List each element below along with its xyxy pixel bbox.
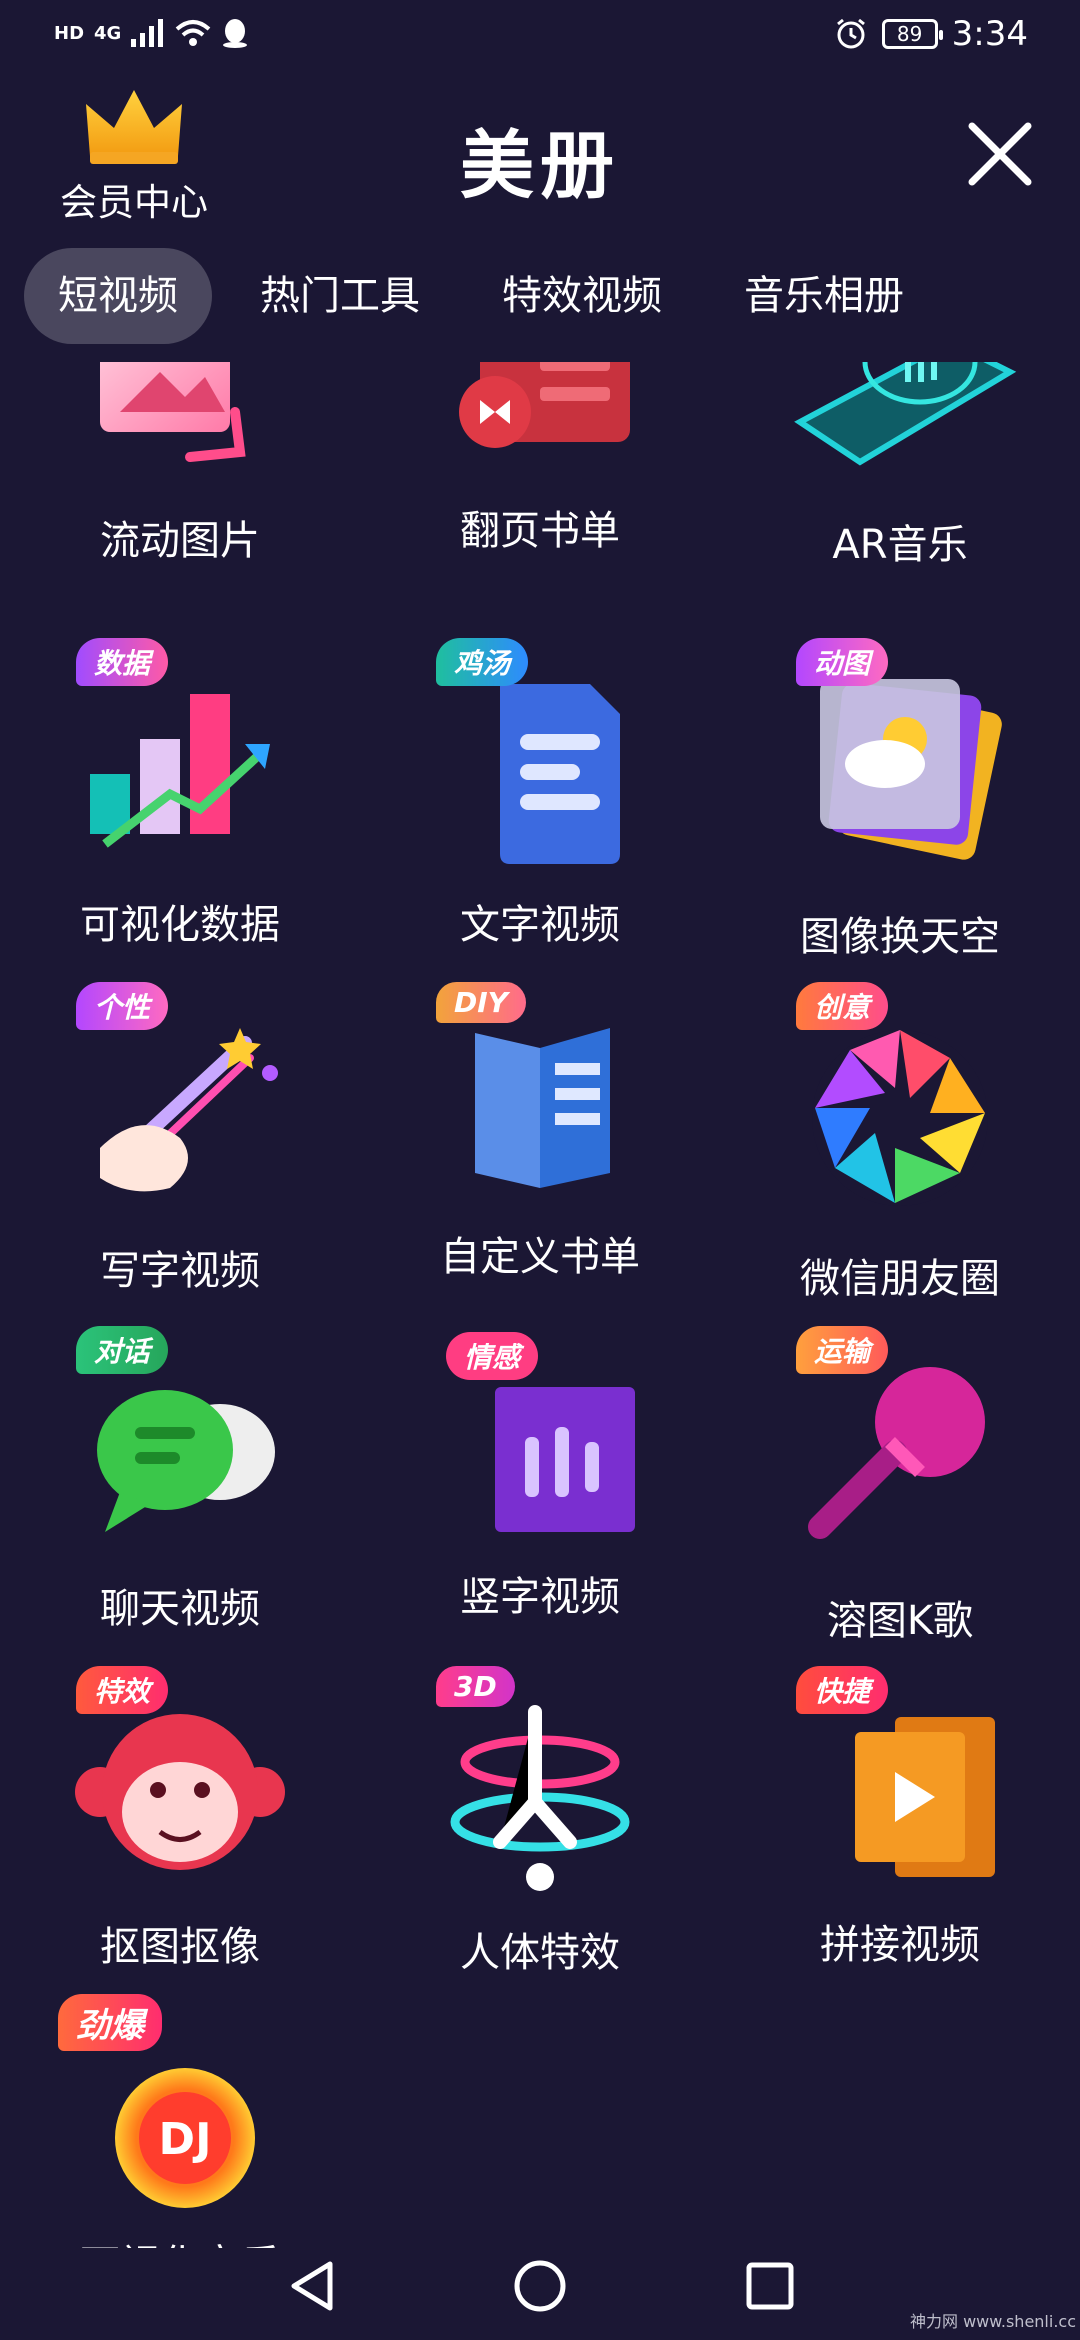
tool-label: 抠图抠像 xyxy=(100,1924,260,1970)
alarm-icon xyxy=(836,18,865,49)
badge: 3D xyxy=(436,1666,515,1707)
svg-text:DJ: DJ xyxy=(159,2114,212,2165)
tool-label: 图像换天空 xyxy=(800,914,1000,960)
app-title: 美册 xyxy=(460,123,620,209)
tool-video-splice[interactable]: 快捷 拼接视频 xyxy=(720,1666,1080,2012)
close-icon[interactable] xyxy=(962,116,1038,192)
network-type: 4G xyxy=(94,22,122,44)
clock: 3:34 xyxy=(951,14,1028,54)
tool-vertical-text[interactable]: 情感 竖字视频 xyxy=(360,1332,720,1672)
hd-indicator: HD xyxy=(54,22,85,44)
tool-body-effect[interactable]: 3D 人体特效 xyxy=(360,1666,720,2012)
tool-flowing-image[interactable]: 流动图片 xyxy=(0,362,360,602)
crown-icon xyxy=(86,90,182,164)
badge: 创意 xyxy=(796,982,889,1030)
tool-label: AR音乐 xyxy=(832,522,968,568)
tool-label: 文字视频 xyxy=(460,902,620,948)
tool-sky-replace[interactable]: 动图 图像换天空 xyxy=(720,638,1080,984)
tool-visual-data[interactable]: 数据 可视化数据 xyxy=(0,638,360,984)
badge: DIY xyxy=(436,982,526,1023)
tool-label: 溶图K歌 xyxy=(826,1598,974,1644)
badge: 数据 xyxy=(76,638,169,686)
badge: 特效 xyxy=(76,1666,169,1714)
tool-label: 流动图片 xyxy=(100,518,260,564)
category-tabs: 短视频 热门工具 特效视频 音乐相册 xyxy=(24,246,1064,346)
home-icon[interactable] xyxy=(510,2256,570,2316)
tool-cutout[interactable]: 特效 抠图抠像 xyxy=(0,1666,360,2012)
tool-label: 竖字视频 xyxy=(460,1574,620,1620)
ar-music-icon xyxy=(794,362,1017,466)
badge: 个性 xyxy=(76,982,169,1030)
tool-text-video[interactable]: 鸡汤 文字视频 xyxy=(360,638,720,984)
wifi-icon xyxy=(176,20,211,46)
back-icon[interactable] xyxy=(282,2256,342,2316)
tool-chat-video[interactable]: 对话 聊天视频 xyxy=(0,1326,360,1672)
vip-center-button[interactable]: 会员中心 xyxy=(44,86,224,226)
badge: 动图 xyxy=(796,638,889,686)
header: 会员中心 美册 xyxy=(0,72,1080,232)
signal-icon xyxy=(131,19,164,47)
watermark: 神力网 www.shenli.cc xyxy=(910,2312,1076,2331)
tab-hot-tools[interactable]: 热门工具 xyxy=(226,248,454,344)
flowing-image-icon xyxy=(100,362,246,462)
tool-wechat-moments[interactable]: 创意 微信朋友圈 xyxy=(720,982,1080,1328)
badge: 对话 xyxy=(76,1326,169,1374)
tool-writing-video[interactable]: 个性 写字视频 xyxy=(0,982,360,1328)
qq-icon xyxy=(223,19,248,48)
badge: 劲爆 xyxy=(58,1994,162,2051)
tool-flip-booklist[interactable]: 翻页书单 xyxy=(360,362,720,602)
tool-label: 写字视频 xyxy=(100,1248,260,1294)
recent-apps-icon[interactable] xyxy=(740,2256,800,2316)
badge: 运输 xyxy=(796,1326,889,1374)
tab-music-album[interactable]: 音乐相册 xyxy=(710,248,938,344)
tool-ar-music[interactable]: AR音乐 xyxy=(720,362,1080,602)
tool-label: 微信朋友圈 xyxy=(800,1256,1000,1302)
tool-label: 可视化数据 xyxy=(80,902,280,948)
flip-booklist-icon xyxy=(459,362,630,448)
tool-custom-booklist[interactable]: DIY 自定义书单 xyxy=(360,982,720,1328)
tool-label: 人体特效 xyxy=(460,1930,620,1976)
vip-center-label: 会员中心 xyxy=(60,181,208,224)
tool-blend-karaoke[interactable]: 运输 溶图K歌 xyxy=(720,1326,1080,1672)
tool-grid-viewport: 流动图片 翻页书单 AR音乐 数据 可视化数据 鸡汤 文字视频 动图 图像换天空… xyxy=(0,362,1080,2248)
tool-label: 聊天视频 xyxy=(100,1586,260,1632)
status-bar: HD 4G 89 3:34 xyxy=(0,0,1080,72)
tool-label: 自定义书单 xyxy=(440,1234,640,1280)
badge: 快捷 xyxy=(796,1666,889,1714)
tool-visual-music[interactable]: DJ 劲爆 可视化音乐 xyxy=(0,1994,360,2248)
tool-label: 翻页书单 xyxy=(460,508,620,554)
status-right: 89 3:34 xyxy=(834,14,1028,54)
tool-label: 拼接视频 xyxy=(820,1922,980,1968)
badge: 情感 xyxy=(446,1332,539,1380)
tab-short-video[interactable]: 短视频 xyxy=(24,248,212,344)
tab-effect-video[interactable]: 特效视频 xyxy=(468,248,696,344)
battery-icon: 89 xyxy=(881,19,943,49)
system-nav-bar: 神力网 www.shenli.cc xyxy=(0,2228,1080,2340)
badge: 鸡汤 xyxy=(436,638,529,686)
status-left: HD 4G xyxy=(54,18,249,48)
